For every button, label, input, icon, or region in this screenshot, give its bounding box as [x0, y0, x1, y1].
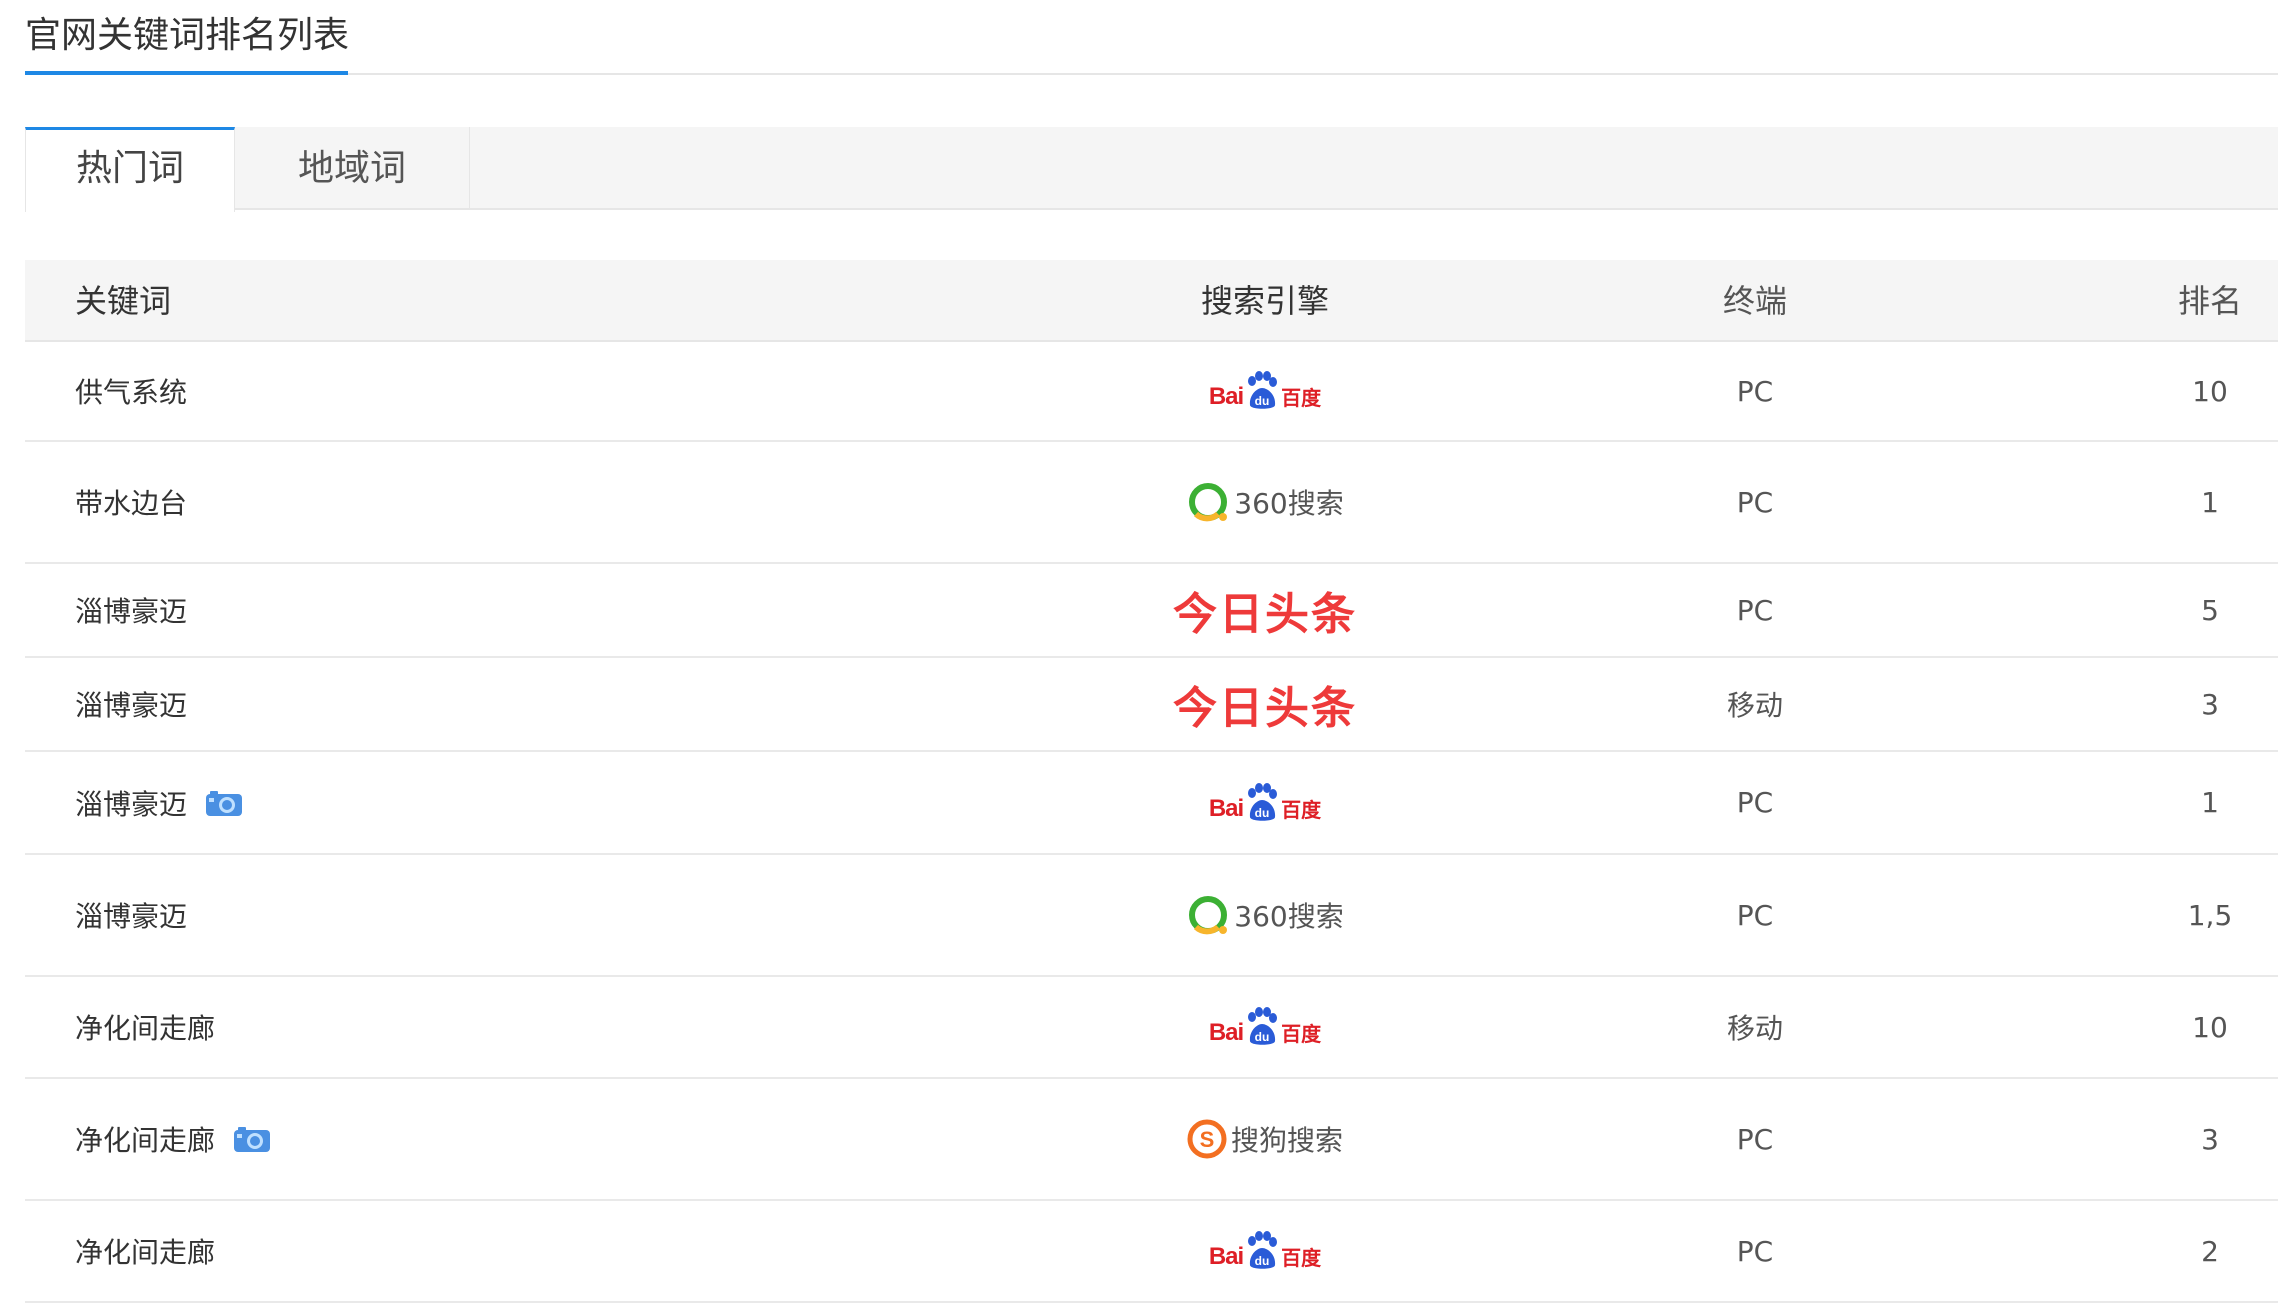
engine-cell: Bai du 百度 [1125, 977, 1405, 1077]
keyword-cell: 供气系统 [75, 342, 187, 440]
title-underline [25, 71, 348, 75]
keyword-text: 供气系统 [75, 376, 188, 409]
table-header: 关键词 搜索引擎 终端 排名 [25, 260, 2278, 342]
camera-icon[interactable] [205, 789, 243, 817]
keyword-text: 带水边台 [75, 487, 188, 520]
table-row: 淄博豪迈 360搜索 PC 1,5 [25, 855, 2278, 977]
rank-cell: 1,5 [2187, 898, 2233, 932]
page-header: 官网关键词排名列表 [25, 0, 2278, 75]
column-header-engine: 搜索引擎 [1200, 282, 1329, 320]
table-row: 带水边台 360搜索 PC 1 [25, 442, 2278, 564]
baidu-logo: Bai du 百度 [1209, 371, 1321, 411]
table-row: 淄博豪迈 今日头条 PC 5 [25, 564, 2278, 658]
engine-cell: Bai du 百度 [1125, 752, 1405, 853]
table-row: 净化间走廊 S 搜狗搜索 PC 3 [25, 1079, 2278, 1201]
engine-cell: 360搜索 [1125, 442, 1405, 562]
rank-cell: 3 [2201, 687, 2219, 721]
keyword-ranking-table: 关键词 搜索引擎 终端 排名 供气系统 Bai du 百度 PC 10 带水边台 [25, 260, 2278, 1303]
keyword-cell: 净化间走廊 [75, 1201, 215, 1301]
svg-text:du: du [1255, 1254, 1270, 1268]
keyword-cell: 净化间走廊 [75, 1079, 271, 1199]
baidu-paw-icon: du [1248, 782, 1278, 821]
rank-cell: 1 [2201, 485, 2219, 519]
column-header-terminal: 终端 [1722, 282, 1787, 320]
table-row: 净化间走廊 Bai du 百度 PC 2 [25, 1201, 2278, 1303]
tabs-bar: 热门词 地域词 [25, 127, 2278, 212]
table-row: 淄博豪迈 Bai du 百度 PC 1 [25, 752, 2278, 855]
rank-cell: 1 [2201, 786, 2219, 819]
keyword-cell: 净化间走廊 [75, 977, 215, 1077]
baidu-logo: Bai du 百度 [1209, 1007, 1321, 1047]
engine-cell: 今日头条 [1125, 564, 1405, 656]
engine-cell: 今日头条 [1125, 658, 1405, 750]
svg-text:S: S [1200, 1127, 1215, 1152]
baidu-paw-icon: du [1248, 371, 1278, 409]
svg-text:du: du [1255, 1030, 1270, 1044]
keyword-text: 淄博豪迈 [75, 595, 188, 628]
rank-cell: 5 [2201, 593, 2219, 627]
keyword-cell: 淄博豪迈 [75, 564, 187, 656]
baidu-logo: Bai du 百度 [1209, 782, 1321, 823]
rank-cell: 2 [2201, 1234, 2219, 1268]
toutiao-logo: 今日头条 [1173, 589, 1357, 640]
terminal-cell: PC [1736, 593, 1774, 627]
terminal-cell: PC [1736, 374, 1774, 408]
keyword-cell: 淄博豪迈 [75, 752, 243, 853]
keyword-cell: 带水边台 [75, 442, 187, 562]
keyword-text: 净化间走廊 [75, 1012, 216, 1045]
keyword-text: 淄博豪迈 [75, 787, 188, 821]
keyword-text: 淄博豪迈 [75, 900, 188, 933]
360-search-logo: 360搜索 [1186, 480, 1344, 524]
rank-cell: 3 [2201, 1122, 2219, 1156]
tab-hot-words[interactable]: 热门词 [25, 127, 235, 212]
toutiao-logo: 今日头条 [1173, 683, 1357, 734]
keyword-cell: 淄博豪迈 [75, 658, 187, 750]
column-header-rank: 排名 [2177, 282, 2242, 320]
360-ring-icon [1189, 896, 1228, 935]
camera-icon[interactable] [233, 1125, 271, 1153]
table-row: 淄博豪迈 今日头条 移动 3 [25, 658, 2278, 752]
table-body: 供气系统 Bai du 百度 PC 10 带水边台 360搜索 PC 1 淄博豪… [25, 342, 2278, 1303]
baidu-paw-icon: du [1248, 1231, 1278, 1269]
360-search-logo: 360搜索 [1186, 893, 1344, 937]
rank-cell: 10 [2192, 1010, 2228, 1044]
table-row: 净化间走廊 Bai du 百度 移动 10 [25, 977, 2278, 1079]
baidu-paw-icon: du [1248, 1007, 1278, 1045]
table-row: 供气系统 Bai du 百度 PC 10 [25, 342, 2278, 442]
engine-cell: S 搜狗搜索 [1125, 1079, 1405, 1199]
baidu-logo: Bai du 百度 [1209, 1231, 1321, 1271]
terminal-cell: PC [1736, 898, 1774, 932]
terminal-cell: 移动 [1726, 1012, 1783, 1045]
engine-cell: Bai du 百度 [1125, 1201, 1405, 1301]
sogou-search-logo: S 搜狗搜索 [1187, 1119, 1343, 1159]
terminal-cell: PC [1736, 1122, 1774, 1156]
tab-region-words[interactable]: 地域词 [235, 127, 470, 210]
keyword-text: 淄博豪迈 [75, 689, 188, 722]
terminal-cell: PC [1736, 786, 1774, 819]
terminal-cell: 移动 [1726, 689, 1783, 722]
terminal-cell: PC [1736, 485, 1774, 519]
terminal-cell: PC [1736, 1234, 1774, 1268]
keyword-cell: 淄博豪迈 [75, 855, 187, 975]
svg-text:du: du [1255, 806, 1270, 820]
keyword-text: 净化间走廊 [75, 1236, 216, 1269]
engine-cell: 360搜索 [1125, 855, 1405, 975]
keyword-text: 净化间走廊 [75, 1124, 216, 1157]
engine-cell: Bai du 百度 [1125, 342, 1405, 440]
360-ring-icon [1189, 483, 1228, 522]
svg-text:du: du [1255, 394, 1270, 408]
column-header-keyword: 关键词 [75, 282, 172, 320]
sogou-s-icon: S [1187, 1119, 1227, 1159]
rank-cell: 10 [2192, 374, 2228, 408]
page-title: 官网关键词排名列表 [25, 15, 350, 56]
